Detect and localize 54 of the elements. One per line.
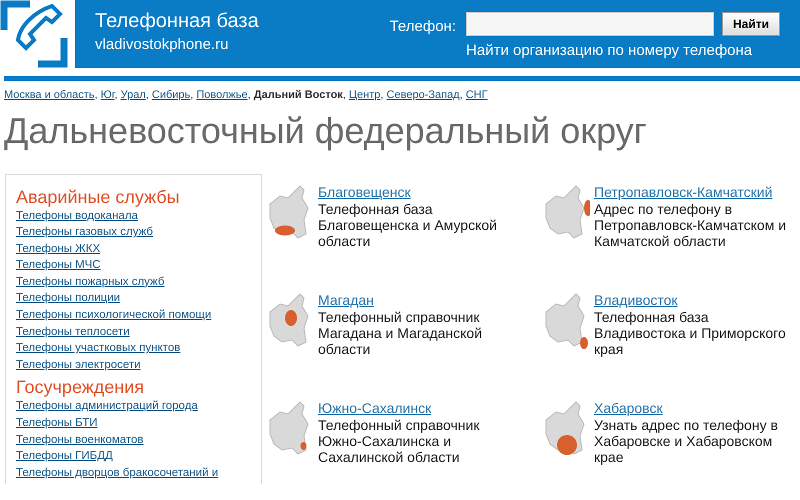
city-link[interactable]: Магадан — [318, 292, 508, 308]
city-description: Телефонный справочник Магадана и Магаданской области — [318, 308, 484, 356]
sidebar-link[interactable]: Телефоны дворцов бракосочетаний и — [16, 464, 251, 482]
sidebar-link[interactable]: Телефоны ЖКХ — [16, 240, 251, 258]
city-description: Адрес по телефону в Петропавловск-Камчатском и Камчатской области — [594, 200, 788, 248]
region-link[interactable]: Северо-Запад — [386, 89, 460, 101]
city-link[interactable]: Владивосток — [594, 292, 790, 308]
sidebar-link[interactable]: Телефоны БТИ — [16, 415, 251, 432]
search-hint: Найти организацию по номеру телефона — [466, 41, 754, 61]
sidebar-link[interactable]: Телефоны полиции — [16, 290, 251, 308]
region-link[interactable]: Юг — [100, 89, 114, 101]
city-link[interactable]: Хабаровск — [594, 400, 790, 416]
region-link[interactable]: Поволжье — [196, 89, 248, 101]
separator: , — [114, 89, 118, 101]
sidebar-link[interactable]: Телефоны ГИБДД — [16, 448, 251, 465]
sidebar-link[interactable]: Телефоны администраций города — [16, 398, 251, 416]
sidebar-link[interactable]: Телефоны теплосети — [16, 324, 251, 340]
section-heading: Госучреждения — [16, 377, 146, 398]
city-link[interactable]: Благовещенск — [318, 184, 508, 200]
sidebar-link[interactable]: Телефоны электросети — [16, 356, 251, 374]
separator: , — [460, 89, 463, 101]
separator: , — [146, 89, 149, 101]
sidebar-link[interactable]: Телефоны военкоматов — [16, 432, 251, 448]
separator: , — [190, 89, 194, 101]
sidebar-link[interactable]: Телефоны МЧС — [16, 257, 251, 274]
separator: , — [380, 89, 384, 101]
city-link[interactable]: Южно-Сахалинск — [318, 400, 508, 416]
region-link[interactable]: Москва и область — [4, 89, 95, 101]
page-title: Дальневосточный федеральный округ — [4, 110, 648, 152]
region-link[interactable]: Урал — [120, 89, 146, 101]
phone-logo-icon — [0, 0, 68, 68]
sidebar-link[interactable]: Телефоны психологической помощи — [16, 307, 251, 324]
sidebar-link[interactable]: Телефоны участковых пунктов — [16, 340, 251, 357]
sidebar-link[interactable]: Телефоны пожарных служб — [16, 274, 251, 290]
city-link[interactable]: Петропавловск-Камчатский — [594, 184, 790, 200]
city-description: Телефонный справочник Южно-Сахалинска и Сахалинской области — [318, 416, 480, 464]
separator: , — [94, 89, 98, 101]
city-description: Узнать адрес по телефону в Хабаровске и Хабаровском крае — [594, 416, 779, 464]
separator: , — [248, 89, 251, 101]
search-button[interactable]: Найти — [722, 12, 780, 36]
separator: , — [342, 89, 346, 101]
phone-input[interactable] — [466, 12, 714, 36]
section-heading: Аварийные службы — [16, 186, 181, 206]
sidebar-link[interactable]: Телефоны водоканала — [16, 208, 251, 224]
region-current: Дальний Восток — [254, 89, 343, 101]
region-link[interactable]: СНГ — [466, 89, 488, 101]
sidebar-link[interactable]: Телефоны газовых служб — [16, 224, 251, 241]
city-description: Телефонная база Благовещенска и Амурской области — [318, 200, 498, 248]
phone-label: Телефон: — [390, 17, 456, 37]
region-link[interactable]: Сибирь — [152, 89, 190, 101]
site-title[interactable]: Телефонная база — [95, 8, 259, 34]
region-link[interactable]: Центр — [348, 89, 380, 101]
city-description: Телефонная база Владивостока и Приморского края — [594, 308, 787, 356]
site-domain[interactable]: vladivostokphone.ru — [95, 34, 259, 56]
